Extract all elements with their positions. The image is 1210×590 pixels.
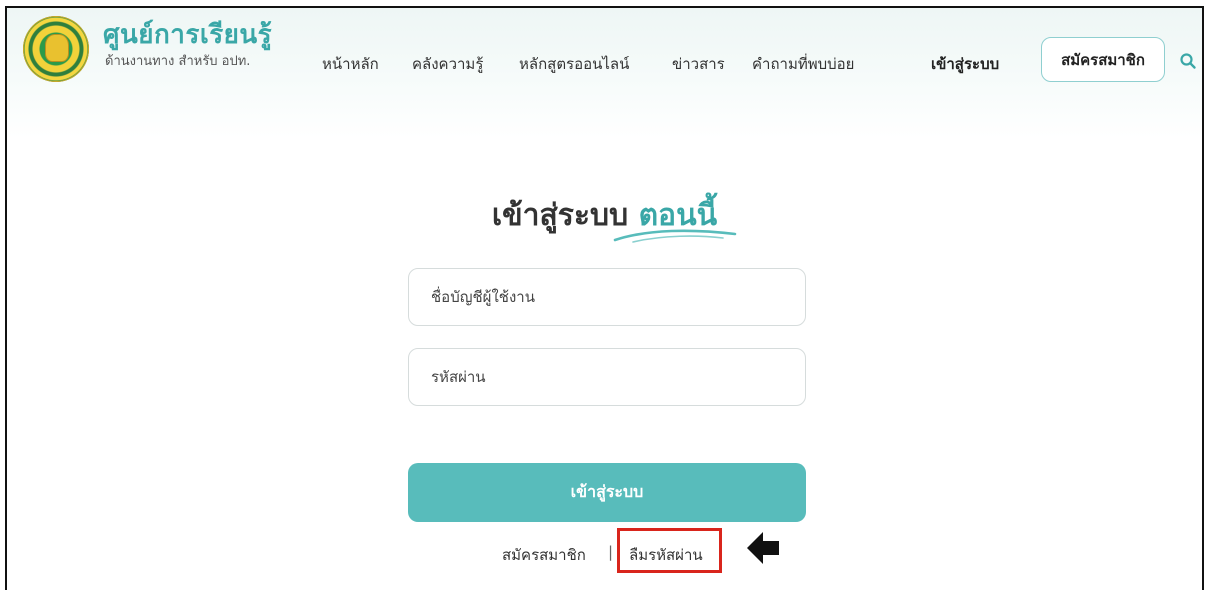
login-submit-button[interactable]: เข้าสู่ระบบ — [408, 463, 806, 522]
nav-item-online-courses[interactable]: หลักสูตรออนไลน์ — [519, 52, 629, 76]
nav-item-knowledge[interactable]: คลังความรู้ — [412, 52, 483, 76]
link-separator: | — [608, 543, 614, 561]
password-field[interactable] — [408, 348, 806, 406]
page-frame: ศูนย์การเรียนรู้ ด้านงานทาง สำหรับ อปท. … — [5, 6, 1204, 590]
register-link[interactable]: สมัครสมาชิก — [502, 543, 586, 567]
brand-subtitle: ด้านงานทาง สำหรับ อปท. — [105, 54, 251, 69]
register-button[interactable]: สมัครสมาชิก — [1041, 37, 1165, 82]
brand-title[interactable]: ศูนย์การเรียนรู้ — [103, 14, 272, 55]
heading-swoosh-decoration — [613, 229, 737, 243]
emblem-figure-icon — [45, 34, 69, 62]
search-icon[interactable] — [1179, 52, 1197, 70]
login-heading: เข้าสู่ระบบ ตอนนี้ — [7, 192, 1202, 239]
nav-item-news[interactable]: ข่าวสาร — [672, 52, 725, 76]
left-arrow-icon — [747, 532, 779, 564]
nav-item-faq[interactable]: คำถามที่พบบ่อย — [752, 52, 854, 76]
nav-login-link[interactable]: เข้าสู่ระบบ — [931, 52, 999, 76]
login-heading-text: เข้าสู่ระบบ — [491, 198, 629, 233]
logo-emblem[interactable] — [23, 16, 89, 82]
username-field[interactable] — [408, 268, 806, 326]
forgot-password-highlight — [617, 528, 722, 573]
nav-item-home[interactable]: หน้าหลัก — [322, 52, 379, 76]
